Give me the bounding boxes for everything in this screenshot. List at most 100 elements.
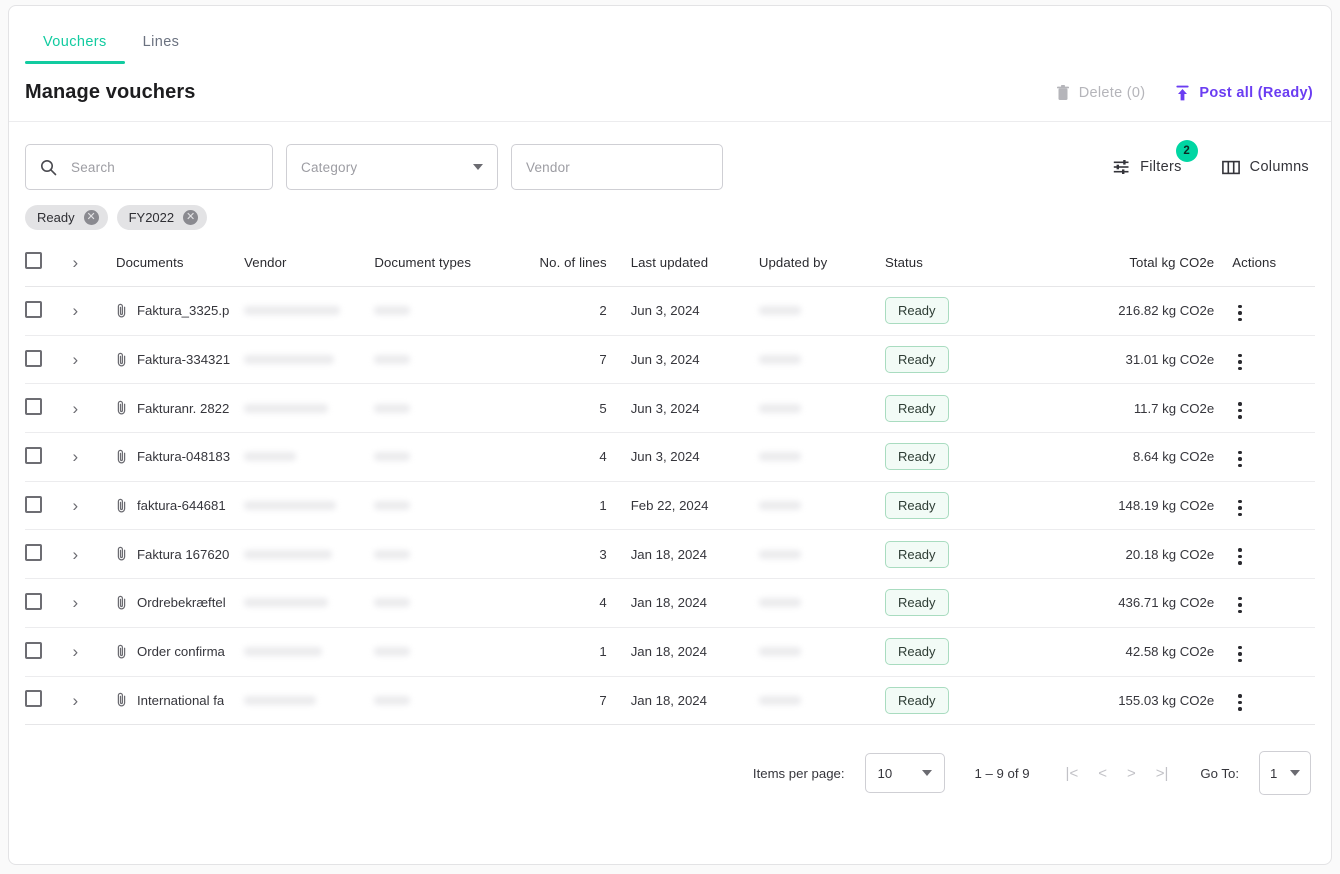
- updated-by-cell: [758, 481, 885, 531]
- chevron-right-icon[interactable]: ›: [73, 497, 79, 514]
- row-select-cell: [25, 578, 73, 628]
- document-type-cell: [374, 335, 520, 385]
- vendor-input[interactable]: Vendor: [511, 144, 723, 190]
- search-input[interactable]: Search: [25, 144, 273, 190]
- no-of-lines-cell: 1: [519, 481, 631, 531]
- filters-button[interactable]: Filters 2: [1107, 140, 1198, 176]
- prev-page-button[interactable]: <: [1098, 765, 1107, 782]
- row-checkbox[interactable]: [25, 690, 42, 708]
- table-row[interactable]: › faktura-644681 1 Feb 22, 2024 Ready 14…: [25, 481, 1315, 531]
- total-kg-co2e-cell: 11.7 kg CO2e: [1079, 383, 1233, 434]
- chevron-right-icon[interactable]: ›: [73, 643, 79, 660]
- row-checkbox[interactable]: [25, 398, 42, 416]
- actions-cell: [1232, 578, 1315, 628]
- active-filter-chips: Ready ✕ FY2022 ✕: [9, 190, 1331, 230]
- table-row[interactable]: › Faktura-048183 4 Jun 3, 2024 Ready 8.6…: [25, 432, 1315, 482]
- document-name[interactable]: Order confirma: [137, 644, 225, 659]
- vendor-cell: [244, 286, 375, 336]
- total-kg-co2e-cell: 8.64 kg CO2e: [1079, 432, 1233, 482]
- table-row[interactable]: › Fakturanr. 2822 5 Jun 3, 2024 Ready 11…: [25, 383, 1315, 434]
- chip-remove-icon[interactable]: ✕: [83, 210, 99, 225]
- vendor-redacted: [244, 501, 337, 511]
- post-all-button[interactable]: Post all (Ready): [1173, 81, 1315, 105]
- row-checkbox[interactable]: [25, 349, 42, 367]
- total-kg-co2e-cell: 216.82 kg CO2e: [1079, 286, 1233, 336]
- document-name[interactable]: Faktura 167620: [137, 547, 229, 562]
- updated-by-redacted: [758, 549, 801, 559]
- column-header-vendor[interactable]: Vendor: [244, 252, 375, 287]
- document-name[interactable]: Fakturanr. 2822: [137, 401, 229, 416]
- category-select[interactable]: Category: [286, 144, 498, 190]
- column-header-no-of-lines[interactable]: No. of lines: [519, 252, 631, 287]
- row-checkbox[interactable]: [25, 300, 42, 318]
- attachment-icon: [116, 352, 128, 368]
- table-row[interactable]: › Faktura_3325.p 2 Jun 3, 2024 Ready 216…: [25, 286, 1315, 336]
- column-header-total-kg-co2e[interactable]: Total kg CO2e: [1079, 252, 1233, 287]
- document-name[interactable]: Faktura-048183: [137, 449, 230, 464]
- no-of-lines-cell: 3: [519, 529, 631, 580]
- row-actions-menu-icon[interactable]: [1232, 301, 1248, 326]
- tab-lines[interactable]: Lines: [125, 34, 198, 64]
- last-updated-cell: Jun 3, 2024: [630, 383, 759, 434]
- table-row[interactable]: › Order confirma 1 Jan 18, 2024 Ready 42…: [25, 627, 1315, 677]
- column-header-document-types[interactable]: Document types: [374, 252, 520, 287]
- last-page-button[interactable]: >|: [1156, 765, 1169, 782]
- document-name[interactable]: International fa: [137, 693, 224, 708]
- document-cell: Fakturanr. 2822: [115, 383, 245, 434]
- items-per-page-value: 10: [877, 765, 893, 781]
- table-row[interactable]: › Faktura 167620 3 Jan 18, 2024 Ready 20…: [25, 529, 1315, 580]
- search-icon: [40, 159, 57, 176]
- filter-chip-fy2022[interactable]: FY2022 ✕: [116, 205, 208, 230]
- chevron-right-icon[interactable]: ›: [73, 692, 79, 709]
- column-header-last-updated[interactable]: Last updated: [630, 252, 759, 287]
- table-row[interactable]: › International fa 7 Jan 18, 2024 Ready: [25, 676, 1315, 726]
- columns-button[interactable]: Columns: [1216, 158, 1315, 176]
- chip-remove-icon[interactable]: ✕: [183, 210, 199, 225]
- table-row[interactable]: › Ordrebekræftel 4 Jan 18, 2024 Ready 43…: [25, 578, 1315, 628]
- next-page-button[interactable]: >: [1127, 765, 1136, 782]
- row-actions-menu-icon[interactable]: [1232, 642, 1248, 667]
- first-page-button[interactable]: |<: [1066, 765, 1079, 782]
- chevron-right-icon[interactable]: ›: [73, 400, 79, 417]
- row-checkbox[interactable]: [25, 544, 42, 562]
- chevron-right-icon[interactable]: ›: [73, 546, 79, 563]
- row-select-cell: [25, 529, 73, 580]
- row-actions-menu-icon[interactable]: [1232, 690, 1248, 715]
- document-name[interactable]: Faktura-334321: [137, 352, 230, 367]
- row-checkbox[interactable]: [25, 446, 42, 464]
- document-name[interactable]: faktura-644681: [137, 498, 226, 513]
- no-of-lines-cell: 4: [519, 578, 631, 628]
- chevron-right-icon[interactable]: ›: [73, 351, 79, 368]
- updated-by-redacted: [758, 501, 801, 511]
- items-per-page-select[interactable]: 10: [864, 753, 945, 794]
- row-checkbox[interactable]: [25, 592, 42, 610]
- row-actions-menu-icon[interactable]: [1232, 350, 1248, 375]
- delete-button[interactable]: Delete (0): [1054, 81, 1148, 105]
- chevron-right-icon[interactable]: ›: [73, 302, 79, 319]
- vouchers-page: Vouchers Lines Manage vouchers Delete (0…: [8, 5, 1332, 865]
- table-row[interactable]: › Faktura-334321 7 Jun 3, 2024 Ready 31.…: [25, 335, 1315, 385]
- column-header-updated-by[interactable]: Updated by: [758, 252, 885, 287]
- document-name[interactable]: Ordrebekræftel: [137, 595, 226, 610]
- row-actions-menu-icon[interactable]: [1232, 496, 1248, 521]
- filters-count-badge: 2: [1175, 140, 1198, 162]
- column-header-documents[interactable]: Documents: [115, 252, 245, 287]
- row-actions-menu-icon[interactable]: [1232, 544, 1248, 569]
- filter-chip-ready[interactable]: Ready ✕: [25, 205, 108, 230]
- chevron-right-icon[interactable]: ›: [73, 254, 79, 271]
- document-name[interactable]: Faktura_3325.p: [137, 303, 229, 318]
- column-header-status[interactable]: Status: [884, 252, 1080, 287]
- row-actions-menu-icon[interactable]: [1232, 398, 1248, 423]
- row-actions-menu-icon[interactable]: [1232, 593, 1248, 618]
- goto-page-select[interactable]: 1: [1259, 751, 1311, 796]
- row-checkbox[interactable]: [25, 641, 42, 659]
- row-actions-menu-icon[interactable]: [1232, 447, 1248, 472]
- tab-vouchers[interactable]: Vouchers: [25, 34, 125, 64]
- row-checkbox[interactable]: [25, 495, 42, 513]
- vendor-cell: [244, 383, 375, 434]
- last-updated-cell: Jan 18, 2024: [630, 529, 759, 580]
- select-all-checkbox[interactable]: [25, 252, 42, 269]
- chevron-right-icon[interactable]: ›: [73, 448, 79, 465]
- document-type-cell: [374, 286, 520, 336]
- chevron-right-icon[interactable]: ›: [73, 594, 79, 611]
